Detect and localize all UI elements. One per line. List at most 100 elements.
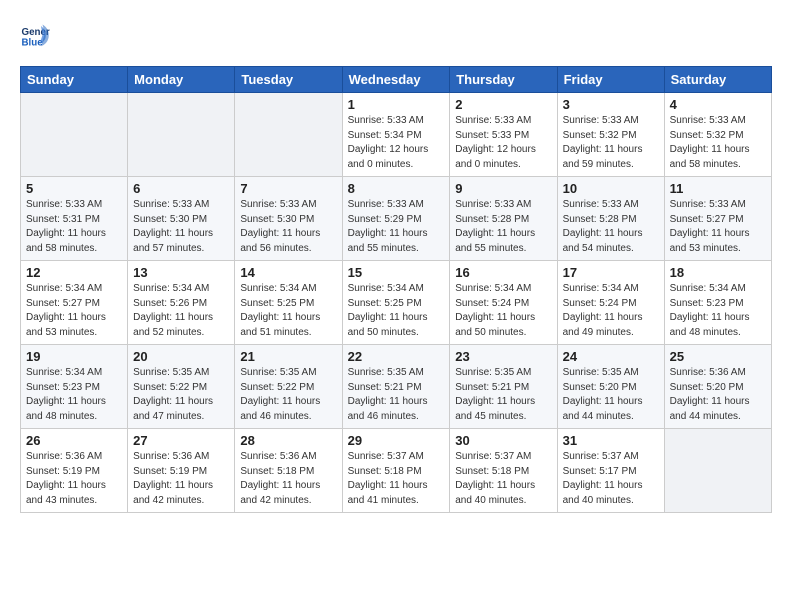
day-info: Sunrise: 5:33 AM Sunset: 5:30 PM Dayligh… (240, 198, 336, 256)
calendar-cell: 24 Sunrise: 5:35 AM Sunset: 5:20 PM Dayli… (557, 345, 664, 429)
calendar-cell: 31 Sunrise: 5:37 AM Sunset: 5:17 PM Dayli… (557, 429, 664, 513)
day-info: Sunrise: 5:36 AM Sunset: 5:18 PM Dayligh… (240, 450, 336, 508)
day-info: Sunrise: 5:36 AM Sunset: 5:20 PM Dayligh… (670, 366, 766, 424)
day-number: 29 (348, 433, 445, 448)
day-info: Sunrise: 5:36 AM Sunset: 5:19 PM Dayligh… (133, 450, 229, 508)
day-info: Sunrise: 5:34 AM Sunset: 5:24 PM Dayligh… (455, 282, 551, 340)
day-info: Sunrise: 5:34 AM Sunset: 5:24 PM Dayligh… (563, 282, 659, 340)
day-info: Sunrise: 5:33 AM Sunset: 5:29 PM Dayligh… (348, 198, 445, 256)
weekday-header-wednesday: Wednesday (342, 67, 450, 93)
calendar-table: SundayMondayTuesdayWednesdayThursdayFrid… (20, 66, 772, 513)
day-number: 16 (455, 265, 551, 280)
calendar-cell: 30 Sunrise: 5:37 AM Sunset: 5:18 PM Dayli… (450, 429, 557, 513)
calendar-cell: 16 Sunrise: 5:34 AM Sunset: 5:24 PM Dayli… (450, 261, 557, 345)
calendar-cell (128, 93, 235, 177)
day-info: Sunrise: 5:35 AM Sunset: 5:21 PM Dayligh… (455, 366, 551, 424)
day-number: 17 (563, 265, 659, 280)
calendar-cell: 11Sunrise: 5:33 AM Sunset: 5:27 PM Dayli… (664, 177, 771, 261)
calendar-cell: 21 Sunrise: 5:35 AM Sunset: 5:22 PM Dayli… (235, 345, 342, 429)
day-number: 7 (240, 181, 336, 196)
day-info: Sunrise: 5:34 AM Sunset: 5:27 PM Dayligh… (26, 282, 122, 340)
calendar-cell: 20 Sunrise: 5:35 AM Sunset: 5:22 PM Dayli… (128, 345, 235, 429)
day-number: 22 (348, 349, 445, 364)
day-info: Sunrise: 5:36 AM Sunset: 5:19 PM Dayligh… (26, 450, 122, 508)
calendar-cell: 4Sunrise: 5:33 AM Sunset: 5:32 PM Daylig… (664, 93, 771, 177)
day-info: Sunrise: 5:34 AM Sunset: 5:23 PM Dayligh… (670, 282, 766, 340)
day-number: 31 (563, 433, 659, 448)
day-number: 9 (455, 181, 551, 196)
day-info: Sunrise: 5:34 AM Sunset: 5:23 PM Dayligh… (26, 366, 122, 424)
day-number: 28 (240, 433, 336, 448)
day-info: Sunrise: 5:33 AM Sunset: 5:28 PM Dayligh… (455, 198, 551, 256)
calendar-cell (21, 93, 128, 177)
calendar-cell: 28 Sunrise: 5:36 AM Sunset: 5:18 PM Dayli… (235, 429, 342, 513)
day-info: Sunrise: 5:34 AM Sunset: 5:26 PM Dayligh… (133, 282, 229, 340)
calendar-cell: 29 Sunrise: 5:37 AM Sunset: 5:18 PM Dayli… (342, 429, 450, 513)
calendar-cell: 23 Sunrise: 5:35 AM Sunset: 5:21 PM Dayli… (450, 345, 557, 429)
calendar-cell: 17 Sunrise: 5:34 AM Sunset: 5:24 PM Dayli… (557, 261, 664, 345)
day-number: 23 (455, 349, 551, 364)
calendar-week-row: 1 Sunrise: 5:33 AM Sunset: 5:34 PM Daylig… (21, 93, 772, 177)
page: General Blue SundayMondayTuesdayWednesda… (0, 0, 792, 523)
calendar-cell: 9 Sunrise: 5:33 AM Sunset: 5:28 PM Daylig… (450, 177, 557, 261)
day-info: Sunrise: 5:37 AM Sunset: 5:18 PM Dayligh… (348, 450, 445, 508)
day-info: Sunrise: 5:35 AM Sunset: 5:20 PM Dayligh… (563, 366, 659, 424)
calendar-cell: 27 Sunrise: 5:36 AM Sunset: 5:19 PM Dayli… (128, 429, 235, 513)
weekday-header-row: SundayMondayTuesdayWednesdayThursdayFrid… (21, 67, 772, 93)
day-info: Sunrise: 5:35 AM Sunset: 5:22 PM Dayligh… (240, 366, 336, 424)
day-info: Sunrise: 5:37 AM Sunset: 5:17 PM Dayligh… (563, 450, 659, 508)
day-info: Sunrise: 5:33 AM Sunset: 5:32 PM Dayligh… (563, 114, 659, 172)
day-number: 5 (26, 181, 122, 196)
day-number: 19 (26, 349, 122, 364)
day-number: 25 (670, 349, 766, 364)
weekday-header-sunday: Sunday (21, 67, 128, 93)
calendar-week-row: 26 Sunrise: 5:36 AM Sunset: 5:19 PM Dayli… (21, 429, 772, 513)
calendar-cell: 13 Sunrise: 5:34 AM Sunset: 5:26 PM Dayli… (128, 261, 235, 345)
day-number: 24 (563, 349, 659, 364)
calendar-week-row: 19 Sunrise: 5:34 AM Sunset: 5:23 PM Dayli… (21, 345, 772, 429)
day-number: 13 (133, 265, 229, 280)
calendar-cell: 3 Sunrise: 5:33 AM Sunset: 5:32 PM Daylig… (557, 93, 664, 177)
weekday-header-monday: Monday (128, 67, 235, 93)
day-info: Sunrise: 5:34 AM Sunset: 5:25 PM Dayligh… (240, 282, 336, 340)
day-info: Sunrise: 5:33 AM Sunset: 5:34 PM Dayligh… (348, 114, 445, 172)
calendar-cell: 19 Sunrise: 5:34 AM Sunset: 5:23 PM Dayli… (21, 345, 128, 429)
day-info: Sunrise: 5:35 AM Sunset: 5:21 PM Dayligh… (348, 366, 445, 424)
day-number: 21 (240, 349, 336, 364)
day-info: Sunrise: 5:33 AM Sunset: 5:28 PM Dayligh… (563, 198, 659, 256)
calendar-cell: 25 Sunrise: 5:36 AM Sunset: 5:20 PM Dayli… (664, 345, 771, 429)
calendar-cell: 2Sunrise: 5:33 AM Sunset: 5:33 PM Daylig… (450, 93, 557, 177)
day-number: 14 (240, 265, 336, 280)
day-number: 15 (348, 265, 445, 280)
header: General Blue (20, 20, 772, 50)
calendar-cell: 12Sunrise: 5:34 AM Sunset: 5:27 PM Dayli… (21, 261, 128, 345)
calendar-cell: 14 Sunrise: 5:34 AM Sunset: 5:25 PM Dayli… (235, 261, 342, 345)
day-info: Sunrise: 5:33 AM Sunset: 5:27 PM Dayligh… (670, 198, 766, 256)
day-number: 20 (133, 349, 229, 364)
calendar-cell: 1 Sunrise: 5:33 AM Sunset: 5:34 PM Daylig… (342, 93, 450, 177)
day-number: 27 (133, 433, 229, 448)
day-info: Sunrise: 5:34 AM Sunset: 5:25 PM Dayligh… (348, 282, 445, 340)
day-info: Sunrise: 5:33 AM Sunset: 5:33 PM Dayligh… (455, 114, 551, 172)
weekday-header-tuesday: Tuesday (235, 67, 342, 93)
day-info: Sunrise: 5:33 AM Sunset: 5:32 PM Dayligh… (670, 114, 766, 172)
day-number: 18 (670, 265, 766, 280)
calendar-cell: 15 Sunrise: 5:34 AM Sunset: 5:25 PM Dayli… (342, 261, 450, 345)
day-number: 30 (455, 433, 551, 448)
calendar-cell: 18 Sunrise: 5:34 AM Sunset: 5:23 PM Dayli… (664, 261, 771, 345)
day-number: 1 (348, 97, 445, 112)
calendar-cell: 10 Sunrise: 5:33 AM Sunset: 5:28 PM Dayli… (557, 177, 664, 261)
calendar-cell: 7 Sunrise: 5:33 AM Sunset: 5:30 PM Daylig… (235, 177, 342, 261)
logo: General Blue (20, 20, 50, 50)
day-number: 8 (348, 181, 445, 196)
day-number: 26 (26, 433, 122, 448)
day-info: Sunrise: 5:37 AM Sunset: 5:18 PM Dayligh… (455, 450, 551, 508)
day-info: Sunrise: 5:35 AM Sunset: 5:22 PM Dayligh… (133, 366, 229, 424)
day-info: Sunrise: 5:33 AM Sunset: 5:31 PM Dayligh… (26, 198, 122, 256)
day-info: Sunrise: 5:33 AM Sunset: 5:30 PM Dayligh… (133, 198, 229, 256)
day-number: 3 (563, 97, 659, 112)
calendar-cell (235, 93, 342, 177)
calendar-cell: 26 Sunrise: 5:36 AM Sunset: 5:19 PM Dayli… (21, 429, 128, 513)
day-number: 10 (563, 181, 659, 196)
weekday-header-thursday: Thursday (450, 67, 557, 93)
